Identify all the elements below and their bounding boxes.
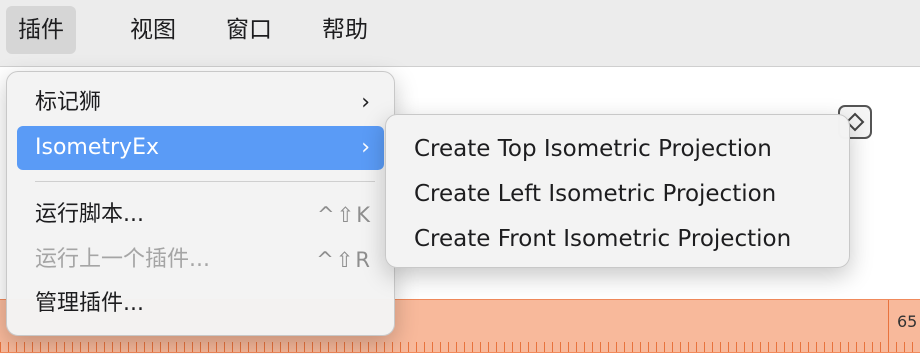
submenu-item-front-projection[interactable]: Create Front Isometric Projection <box>414 217 791 261</box>
shortcut-label: ^⇧R <box>316 248 372 272</box>
isometryex-submenu: Create Top Isometric Projection Create L… <box>385 114 850 268</box>
menu-item-run-last-plugin: 运行上一个插件... ^⇧R <box>17 238 384 282</box>
menubar-item-plugins[interactable]: 插件 <box>6 6 76 54</box>
menu-item-label: 管理插件... <box>35 291 144 316</box>
shortcut-label: ^⇧K <box>317 203 372 227</box>
chevron-right-icon: › <box>361 135 370 160</box>
menu-item-run-script[interactable]: 运行脚本... ^⇧K <box>17 193 384 237</box>
menu-item-marker-lion[interactable]: 标记狮 › <box>17 81 384 125</box>
plugins-menu: 标记狮 › IsometryEx › 运行脚本... ^⇧K 运行上一个插件..… <box>6 71 395 336</box>
menu-item-isometryex[interactable]: IsometryEx › <box>17 126 384 170</box>
menu-bar: 插件 视图 窗口 帮助 <box>0 0 920 67</box>
menu-item-label: 运行上一个插件... <box>35 247 210 272</box>
ruler-ticks <box>0 342 920 352</box>
ruler-marker <box>888 300 889 352</box>
ruler-number: 65 <box>897 312 918 331</box>
menu-item-label: 标记狮 <box>35 90 102 115</box>
menu-item-label: IsometryEx <box>35 135 159 160</box>
menubar-item-view[interactable]: 视图 <box>118 6 188 54</box>
submenu-item-left-projection[interactable]: Create Left Isometric Projection <box>414 172 776 216</box>
menu-item-label: 运行脚本... <box>35 202 144 227</box>
submenu-item-top-projection[interactable]: Create Top Isometric Projection <box>414 127 772 171</box>
menubar-item-help[interactable]: 帮助 <box>310 6 380 54</box>
menubar-item-window[interactable]: 窗口 <box>214 6 284 54</box>
chevron-right-icon: › <box>361 90 370 115</box>
menu-item-manage-plugins[interactable]: 管理插件... <box>17 282 384 326</box>
menu-separator <box>35 181 375 182</box>
